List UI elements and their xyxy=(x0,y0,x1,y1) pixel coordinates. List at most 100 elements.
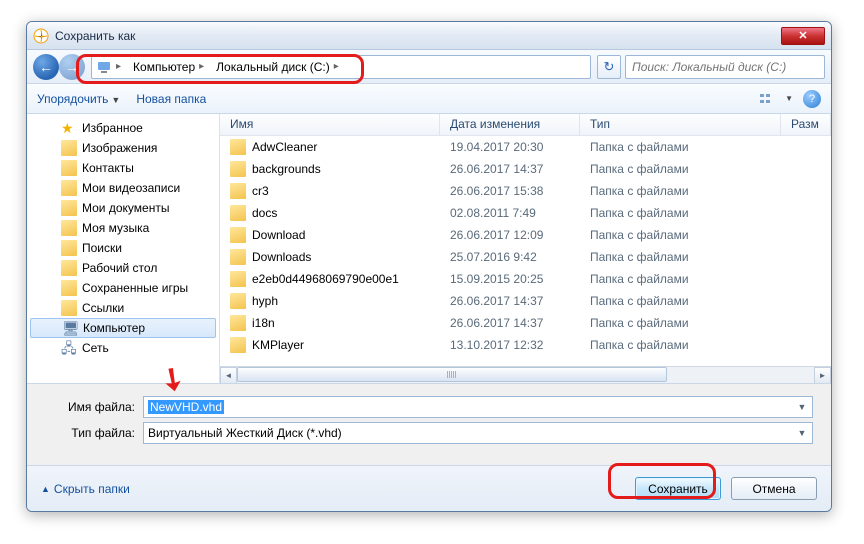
tree-item-11[interactable]: 🖧Сеть xyxy=(27,338,219,358)
file-date: 26.06.2017 14:37 xyxy=(440,294,580,308)
list-item[interactable]: cr326.06.2017 15:38Папка с файлами xyxy=(220,180,831,202)
folder-icon xyxy=(61,240,77,256)
help-button[interactable]: ? xyxy=(803,90,821,108)
view-options-button[interactable]: ▼ xyxy=(759,92,793,106)
list-item[interactable]: AdwCleaner19.04.2017 20:30Папка с файлам… xyxy=(220,136,831,158)
tree-label: Рабочий стол xyxy=(82,261,157,275)
header-size[interactable]: Разм xyxy=(781,114,831,135)
folder-icon xyxy=(230,293,246,309)
tree-item-9[interactable]: Ссылки xyxy=(27,298,219,318)
list-item[interactable]: i18n26.06.2017 14:37Папка с файлами xyxy=(220,312,831,334)
folder-icon xyxy=(61,160,77,176)
fields: Имя файла: NewVHD.vhd ▼ Тип файла: Вирту… xyxy=(27,384,831,456)
toolbar: Упорядочить▼ Новая папка ▼ ? xyxy=(27,84,831,114)
file-name: cr3 xyxy=(252,184,269,198)
list-item[interactable]: e2eb0d44968069790e00e115.09.2015 20:25Па… xyxy=(220,268,831,290)
folder-icon xyxy=(230,205,246,221)
computer-icon[interactable]: ▸ xyxy=(92,56,129,78)
list-item[interactable]: backgrounds26.06.2017 14:37Папка с файла… xyxy=(220,158,831,180)
title-bar[interactable]: Сохранить как ✕ xyxy=(27,22,831,50)
folder-icon xyxy=(230,161,246,177)
tree-label: Сеть xyxy=(82,341,109,355)
refresh-button[interactable]: ↻ xyxy=(597,55,621,79)
list-item[interactable]: KMPlayer 13.10.2017 12:32Папка с файлами xyxy=(220,334,831,356)
tree-item-3[interactable]: Мои видеозаписи xyxy=(27,178,219,198)
file-date: 02.08.2011 7:49 xyxy=(440,206,580,220)
tree-label: Поиски xyxy=(82,241,122,255)
organize-menu[interactable]: Упорядочить▼ xyxy=(37,92,120,106)
list-item[interactable]: docs02.08.2011 7:49Папка с файлами xyxy=(220,202,831,224)
scroll-left[interactable]: ◄ xyxy=(220,367,237,384)
file-list: Имя Дата изменения Тип Разм AdwCleaner19… xyxy=(220,114,831,383)
header-type[interactable]: Тип xyxy=(580,114,781,135)
scroll-thumb[interactable] xyxy=(237,367,667,382)
tree-label: Компьютер xyxy=(83,321,145,335)
save-button[interactable]: Сохранить xyxy=(635,477,721,500)
search-input[interactable] xyxy=(632,60,818,74)
footer: ▲Скрыть папки Сохранить Отмена xyxy=(27,465,831,511)
close-button[interactable]: ✕ xyxy=(781,27,825,45)
tree-item-6[interactable]: Поиски xyxy=(27,238,219,258)
list-header[interactable]: Имя Дата изменения Тип Разм xyxy=(220,114,831,136)
nav-buttons: ← → xyxy=(33,54,85,80)
folder-icon xyxy=(230,315,246,331)
crumb-computer[interactable]: Компьютер▸ xyxy=(129,56,212,78)
list-item[interactable]: Download26.06.2017 12:09Папка с файлами xyxy=(220,224,831,246)
folder-icon xyxy=(61,300,77,316)
horizontal-scrollbar[interactable]: ◄ ► xyxy=(220,366,831,383)
cancel-button[interactable]: Отмена xyxy=(731,477,817,500)
folder-tree[interactable]: ★ИзбранноеИзображения Контакты Мои видеоза… xyxy=(27,114,220,383)
tree-item-1[interactable]: Изображения xyxy=(27,138,219,158)
tree-label: Мои документы xyxy=(82,201,169,215)
hide-folders-link[interactable]: ▲Скрыть папки xyxy=(41,482,130,496)
header-name[interactable]: Имя xyxy=(220,114,440,135)
scroll-right[interactable]: ► xyxy=(814,367,831,384)
file-name: AdwCleaner xyxy=(252,140,317,154)
folder-icon xyxy=(230,249,246,265)
file-date: 26.06.2017 12:09 xyxy=(440,228,580,242)
file-date: 13.10.2017 12:32 xyxy=(440,338,580,352)
file-type: Папка с файлами xyxy=(580,206,781,220)
file-name: KMPlayer xyxy=(252,338,304,352)
filetype-value: Виртуальный Жесткий Диск (*.vhd) xyxy=(148,426,342,440)
tree-item-10[interactable]: 🖥Компьютер xyxy=(30,318,216,338)
breadcrumb[interactable]: ▸ Компьютер▸ Локальный диск (C:)▸ xyxy=(91,55,591,79)
file-type: Папка с файлами xyxy=(580,316,781,330)
folder-icon xyxy=(230,271,246,287)
filetype-field[interactable]: Виртуальный Жесткий Диск (*.vhd) ▼ xyxy=(143,422,813,444)
tree-label: Избранное xyxy=(82,121,143,135)
tree-item-4[interactable]: Мои документы xyxy=(27,198,219,218)
filename-field[interactable]: NewVHD.vhd ▼ xyxy=(143,396,813,418)
list-item[interactable]: hyph26.06.2017 14:37Папка с файлами xyxy=(220,290,831,312)
file-type: Папка с файлами xyxy=(580,140,781,154)
file-type: Папка с файлами xyxy=(580,162,781,176)
list-item[interactable]: Downloads25.07.2016 9:42Папка с файлами xyxy=(220,246,831,268)
new-folder-button[interactable]: Новая папка xyxy=(136,92,206,106)
file-name: hyph xyxy=(252,294,278,308)
folder-icon xyxy=(61,280,77,296)
file-type: Папка с файлами xyxy=(580,338,781,352)
forward-button[interactable]: → xyxy=(59,54,85,80)
tree-item-8[interactable]: Сохраненные игры xyxy=(27,278,219,298)
tree-label: Моя музыка xyxy=(82,221,149,235)
save-as-dialog: Сохранить как ✕ ← → ▸ Компьютер▸ Локальн… xyxy=(26,21,832,512)
file-date: 26.06.2017 15:38 xyxy=(440,184,580,198)
filetype-dropdown[interactable]: ▼ xyxy=(794,425,810,441)
tree-item-0[interactable]: ★Избранное xyxy=(27,118,219,138)
tree-item-2[interactable]: Контакты xyxy=(27,158,219,178)
search-box[interactable] xyxy=(625,55,825,79)
filename-value[interactable]: NewVHD.vhd xyxy=(148,400,224,414)
tree-item-7[interactable]: Рабочий стол xyxy=(27,258,219,278)
folder-icon xyxy=(61,180,77,196)
tree-label: Ссылки xyxy=(82,301,124,315)
header-date[interactable]: Дата изменения xyxy=(440,114,580,135)
filename-dropdown[interactable]: ▼ xyxy=(794,399,810,415)
back-button[interactable]: ← xyxy=(33,54,59,80)
file-date: 15.09.2015 20:25 xyxy=(440,272,580,286)
folder-icon xyxy=(61,200,77,216)
filename-label: Имя файла: xyxy=(45,400,135,414)
file-date: 25.07.2016 9:42 xyxy=(440,250,580,264)
crumb-local-disk[interactable]: Локальный диск (C:)▸ xyxy=(212,56,347,78)
tree-label: Контакты xyxy=(82,161,134,175)
tree-item-5[interactable]: Моя музыка xyxy=(27,218,219,238)
